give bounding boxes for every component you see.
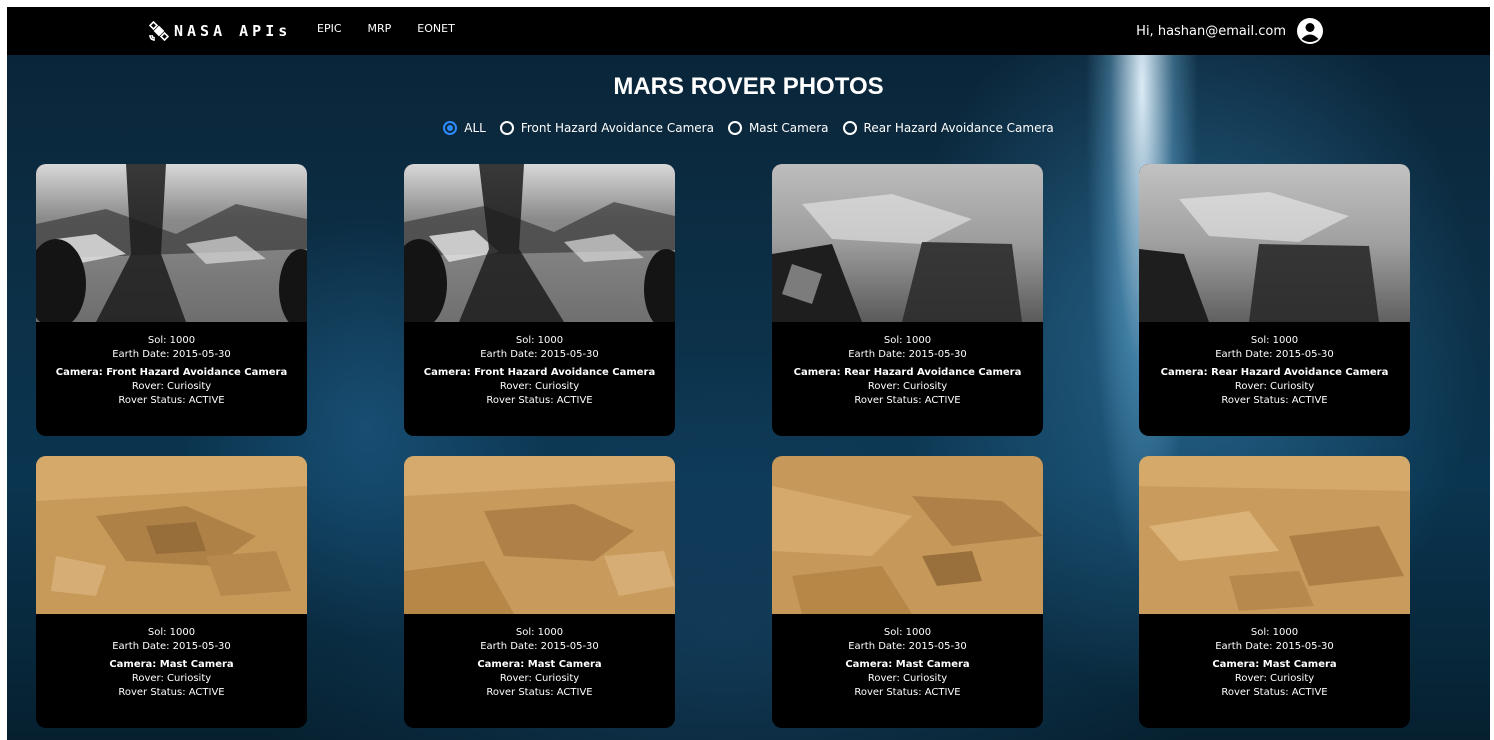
photo-rover-status: Rover Status: ACTIVE <box>854 395 961 406</box>
nav-link-mrp[interactable]: MRP <box>368 22 392 35</box>
top-navbar: NASA APIs EPIC MRP EONET Hi, hashan@emai… <box>7 7 1490 55</box>
filter-option-rear-hazard[interactable]: Rear Hazard Avoidance Camera <box>842 121 1054 135</box>
radio-unchecked-icon[interactable] <box>842 121 857 135</box>
photo-sol: Sol: 1000 <box>147 335 196 346</box>
photo-camera: Camera: Mast Camera <box>845 659 970 670</box>
photo-meta: Sol: 1000 Earth Date: 2015-05-30 Camera:… <box>36 334 307 408</box>
photo-meta: Sol: 1000 Earth Date: 2015-05-30 Camera:… <box>404 334 675 408</box>
photo-camera: Camera: Rear Hazard Avoidance Camera <box>1160 367 1389 378</box>
photo-earth-date: Earth Date: 2015-05-30 <box>848 641 967 652</box>
filter-option-front-hazard[interactable]: Front Hazard Avoidance Camera <box>499 121 714 135</box>
photo-rover: Rover: Curiosity <box>131 381 212 392</box>
rover-photo <box>1139 164 1410 322</box>
photo-card[interactable]: Sol: 1000 Earth Date: 2015-05-30 Camera:… <box>36 164 307 436</box>
photo-card[interactable]: Sol: 1000 Earth Date: 2015-05-30 Camera:… <box>404 164 675 436</box>
photo-rover-status: Rover Status: ACTIVE <box>1221 687 1328 698</box>
photo-camera: Camera: Mast Camera <box>1212 659 1337 670</box>
photo-earth-date: Earth Date: 2015-05-30 <box>112 641 231 652</box>
photo-earth-date: Earth Date: 2015-05-30 <box>1215 349 1334 360</box>
nav-links: EPIC MRP EONET <box>317 22 481 35</box>
photo-sol: Sol: 1000 <box>1250 335 1299 346</box>
photo-rover-status: Rover Status: ACTIVE <box>854 687 961 698</box>
filter-option-mast[interactable]: Mast Camera <box>727 121 829 135</box>
brand-name: NASA APIs <box>174 22 292 40</box>
nav-link-eonet[interactable]: EONET <box>417 22 455 35</box>
photo-earth-date: Earth Date: 2015-05-30 <box>112 349 231 360</box>
camera-filter-group: ALL Front Hazard Avoidance Camera Mast C… <box>7 121 1490 135</box>
radio-checked-icon[interactable] <box>443 121 458 135</box>
app-frame: NASA APIs EPIC MRP EONET Hi, hashan@emai… <box>7 7 1490 740</box>
photo-rover: Rover: Curiosity <box>1234 673 1315 684</box>
photo-rover-status: Rover Status: ACTIVE <box>118 687 225 698</box>
photo-meta: Sol: 1000 Earth Date: 2015-05-30 Camera:… <box>1139 334 1410 408</box>
user-circle-icon[interactable] <box>1296 17 1324 45</box>
photo-camera: Camera: Rear Hazard Avoidance Camera <box>793 367 1022 378</box>
radio-unchecked-icon[interactable] <box>727 121 742 135</box>
filter-label: Mast Camera <box>748 121 829 135</box>
photo-rover: Rover: Curiosity <box>867 381 948 392</box>
photo-rover: Rover: Curiosity <box>499 673 580 684</box>
photo-card[interactable]: Sol: 1000 Earth Date: 2015-05-30 Camera:… <box>404 456 675 728</box>
photo-earth-date: Earth Date: 2015-05-30 <box>480 641 599 652</box>
photo-meta: Sol: 1000 Earth Date: 2015-05-30 Camera:… <box>772 334 1043 408</box>
photo-camera: Camera: Front Hazard Avoidance Camera <box>55 367 288 378</box>
photo-meta: Sol: 1000 Earth Date: 2015-05-30 Camera:… <box>36 626 307 700</box>
photo-sol: Sol: 1000 <box>147 627 196 638</box>
photo-rover: Rover: Curiosity <box>499 381 580 392</box>
photo-camera: Camera: Mast Camera <box>109 659 234 670</box>
photo-rover-status: Rover Status: ACTIVE <box>486 687 593 698</box>
photo-earth-date: Earth Date: 2015-05-30 <box>1215 641 1334 652</box>
photo-card[interactable]: Sol: 1000 Earth Date: 2015-05-30 Camera:… <box>36 456 307 728</box>
photo-card[interactable]: Sol: 1000 Earth Date: 2015-05-30 Camera:… <box>1139 164 1410 436</box>
photo-sol: Sol: 1000 <box>1250 627 1299 638</box>
photo-rover-status: Rover Status: ACTIVE <box>1221 395 1328 406</box>
brand-link[interactable]: NASA APIs <box>149 19 291 43</box>
page-title: MARS ROVER PHOTOS <box>613 73 884 100</box>
photo-sol: Sol: 1000 <box>883 627 932 638</box>
photo-sol: Sol: 1000 <box>515 335 564 346</box>
photo-sol: Sol: 1000 <box>883 335 932 346</box>
nav-link-epic[interactable]: EPIC <box>317 22 342 35</box>
filter-option-all[interactable]: ALL <box>443 121 486 135</box>
photo-meta: Sol: 1000 Earth Date: 2015-05-30 Camera:… <box>772 626 1043 700</box>
filter-label: ALL <box>464 121 486 135</box>
photo-card[interactable]: Sol: 1000 Earth Date: 2015-05-30 Camera:… <box>1139 456 1410 728</box>
photo-camera: Camera: Mast Camera <box>477 659 602 670</box>
user-menu[interactable]: Hi, hashan@email.com <box>1136 17 1324 45</box>
satellite-icon <box>149 21 169 41</box>
rover-photo <box>36 456 307 614</box>
rover-photo <box>404 456 675 614</box>
photo-meta: Sol: 1000 Earth Date: 2015-05-30 Camera:… <box>404 626 675 700</box>
filter-label: Front Hazard Avoidance Camera <box>520 121 714 135</box>
photo-meta: Sol: 1000 Earth Date: 2015-05-30 Camera:… <box>1139 626 1410 700</box>
photo-earth-date: Earth Date: 2015-05-30 <box>848 349 967 360</box>
photo-camera: Camera: Front Hazard Avoidance Camera <box>423 367 656 378</box>
rover-photo <box>36 164 307 322</box>
rover-photo <box>772 164 1043 322</box>
photo-card[interactable]: Sol: 1000 Earth Date: 2015-05-30 Camera:… <box>772 164 1043 436</box>
photo-earth-date: Earth Date: 2015-05-30 <box>480 349 599 360</box>
photo-rover-status: Rover Status: ACTIVE <box>118 395 225 406</box>
photo-rover: Rover: Curiosity <box>867 673 948 684</box>
photo-card[interactable]: Sol: 1000 Earth Date: 2015-05-30 Camera:… <box>772 456 1043 728</box>
user-greeting: Hi, hashan@email.com <box>1136 23 1286 39</box>
photo-rover: Rover: Curiosity <box>131 673 212 684</box>
photo-sol: Sol: 1000 <box>515 627 564 638</box>
photo-rover: Rover: Curiosity <box>1234 381 1315 392</box>
photo-rover-status: Rover Status: ACTIVE <box>486 395 593 406</box>
radio-unchecked-icon[interactable] <box>499 121 514 135</box>
rover-photo <box>772 456 1043 614</box>
rover-photo <box>404 164 675 322</box>
filter-label: Rear Hazard Avoidance Camera <box>863 121 1054 135</box>
rover-photo <box>1139 456 1410 614</box>
